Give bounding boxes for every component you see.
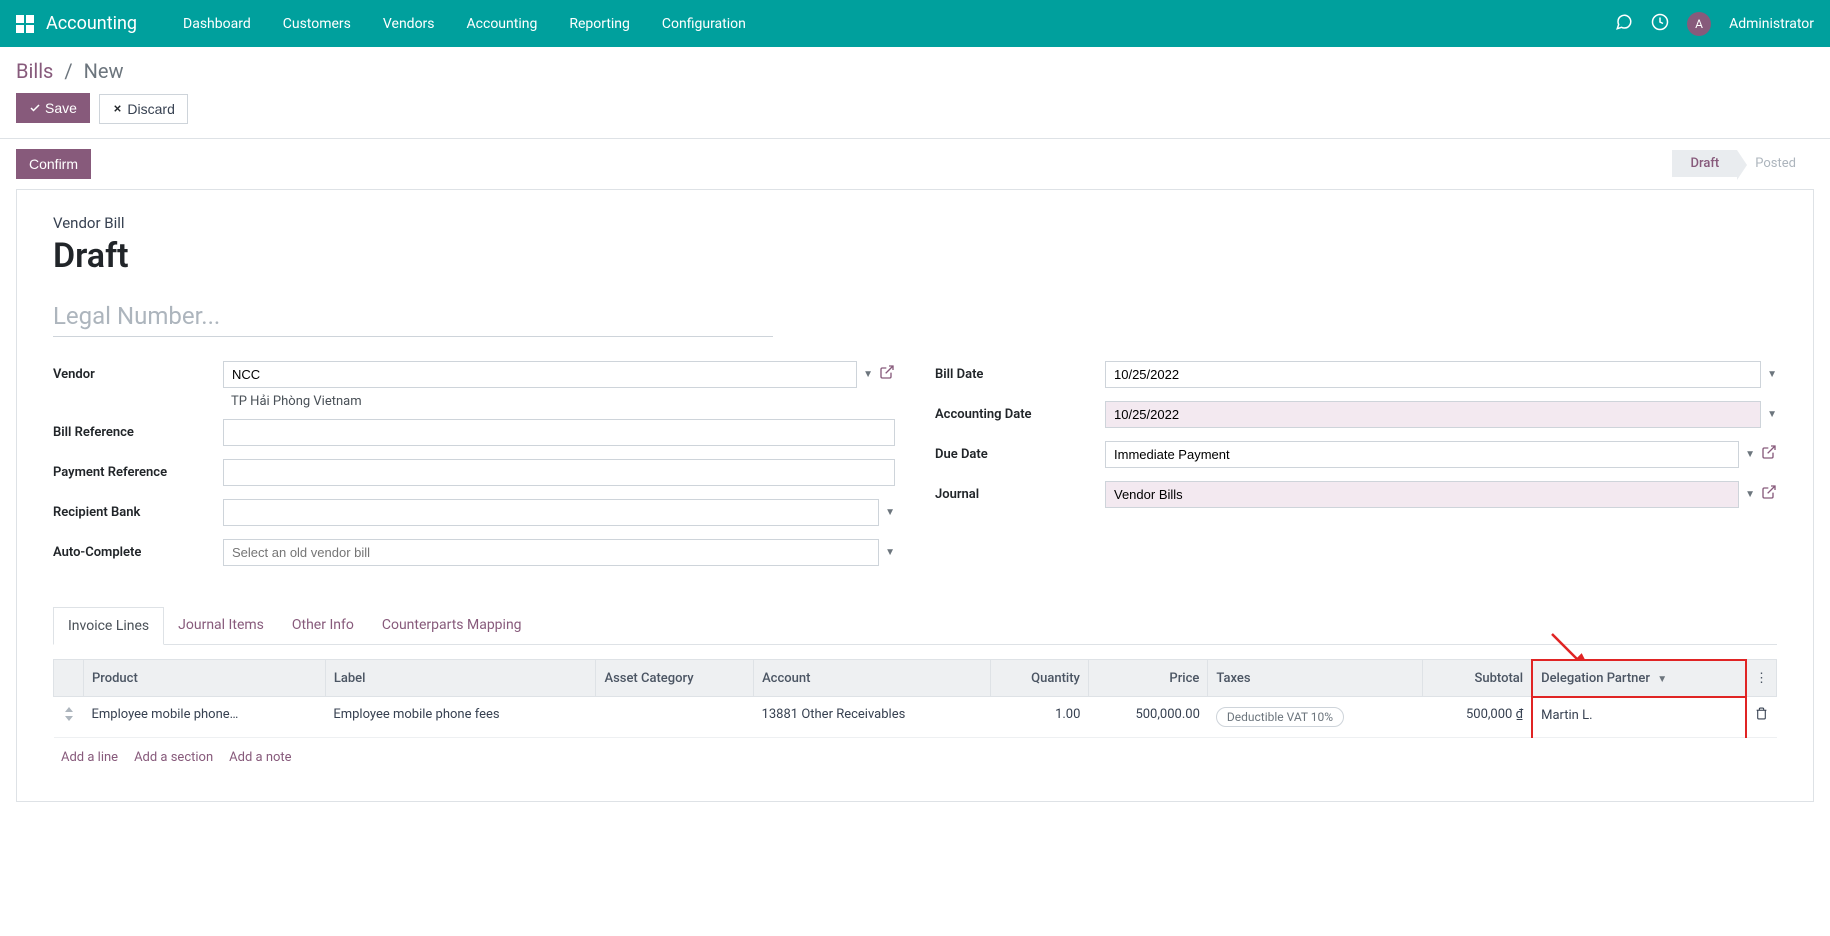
bill-date-label: Bill Date bbox=[935, 361, 1105, 382]
save-button[interactable]: Save bbox=[16, 93, 90, 123]
top-navbar: Accounting Dashboard Customers Vendors A… bbox=[0, 0, 1830, 47]
activities-icon[interactable] bbox=[1651, 13, 1669, 35]
tab-journal-items[interactable]: Journal Items bbox=[164, 607, 278, 644]
nav-dashboard[interactable]: Dashboard bbox=[167, 16, 267, 32]
discard-button[interactable]: Discard bbox=[99, 94, 187, 124]
form-right-column: Bill Date ▼ Accounting Date ▼ bbox=[935, 361, 1777, 579]
cell-taxes[interactable]: Deductible VAT 10% bbox=[1208, 697, 1422, 738]
external-link-icon[interactable] bbox=[879, 364, 895, 384]
recipient-bank-field[interactable] bbox=[223, 499, 879, 526]
th-taxes[interactable]: Taxes bbox=[1208, 660, 1422, 697]
th-delegation-partner[interactable]: Delegation Partner ▼ bbox=[1532, 660, 1746, 697]
vendor-address: TP Hải Phòng Vietnam bbox=[223, 388, 895, 409]
th-product[interactable]: Product bbox=[84, 660, 326, 697]
nav-reporting[interactable]: Reporting bbox=[553, 16, 646, 32]
auto-complete-field[interactable] bbox=[223, 539, 879, 566]
app-brand[interactable]: Accounting bbox=[46, 13, 137, 34]
nav-accounting[interactable]: Accounting bbox=[451, 16, 554, 32]
dropdown-caret-icon[interactable]: ▼ bbox=[863, 369, 873, 380]
bill-date-field[interactable] bbox=[1105, 361, 1761, 388]
th-account[interactable]: Account bbox=[754, 660, 991, 697]
discard-button-label: Discard bbox=[127, 101, 174, 117]
form-left-column: Vendor ▼ TP Hải Phòng Vietnam Bill Refer… bbox=[53, 361, 895, 579]
doc-title: Draft bbox=[53, 236, 1777, 276]
delete-row-icon[interactable] bbox=[1746, 697, 1777, 738]
invoice-lines-table: Product Label Asset Category Account Qua… bbox=[53, 659, 1777, 739]
cell-delegation-partner[interactable]: Martin L. bbox=[1532, 697, 1746, 738]
th-label[interactable]: Label bbox=[325, 660, 596, 697]
bill-reference-field[interactable] bbox=[223, 419, 895, 446]
control-bar: Bills / New Save Discard bbox=[0, 47, 1830, 139]
dropdown-caret-icon[interactable]: ▼ bbox=[1767, 409, 1777, 420]
sort-caret-icon: ▼ bbox=[1657, 674, 1667, 685]
external-link-icon[interactable] bbox=[1761, 444, 1777, 464]
nav-configuration[interactable]: Configuration bbox=[646, 16, 762, 32]
cell-label[interactable]: Employee mobile phone fees bbox=[325, 697, 596, 738]
tab-counterparts-mapping[interactable]: Counterparts Mapping bbox=[368, 607, 536, 644]
journal-label: Journal bbox=[935, 481, 1105, 502]
cell-price[interactable]: 500,000.00 bbox=[1088, 697, 1207, 738]
vendor-label: Vendor bbox=[53, 361, 223, 382]
status-draft[interactable]: Draft bbox=[1672, 150, 1737, 177]
dropdown-caret-icon[interactable]: ▼ bbox=[1745, 489, 1755, 500]
add-line-button[interactable]: Add a line bbox=[61, 750, 118, 765]
row-handle-icon[interactable] bbox=[54, 697, 84, 738]
dropdown-caret-icon[interactable]: ▼ bbox=[1745, 449, 1755, 460]
recipient-bank-label: Recipient Bank bbox=[53, 499, 223, 520]
messaging-icon[interactable] bbox=[1615, 13, 1633, 35]
dropdown-caret-icon[interactable]: ▼ bbox=[1767, 369, 1777, 380]
cell-subtotal[interactable]: 500,000 ₫ bbox=[1422, 697, 1532, 738]
status-bar: Confirm Draft Posted bbox=[0, 139, 1830, 189]
payment-reference-label: Payment Reference bbox=[53, 459, 223, 480]
due-date-label: Due Date bbox=[935, 441, 1105, 462]
th-options[interactable]: ⋮ bbox=[1746, 660, 1777, 697]
th-subtotal[interactable]: Subtotal bbox=[1422, 660, 1532, 697]
payment-reference-field[interactable] bbox=[223, 459, 895, 486]
tax-chip: Deductible VAT 10% bbox=[1216, 707, 1344, 727]
add-note-button[interactable]: Add a note bbox=[229, 750, 291, 765]
user-avatar[interactable]: A bbox=[1687, 12, 1711, 36]
user-name[interactable]: Administrator bbox=[1729, 16, 1814, 32]
breadcrumb-current: New bbox=[84, 59, 124, 83]
form-sheet: Vendor Bill Draft Legal Number... Vendor… bbox=[16, 189, 1814, 803]
save-button-label: Save bbox=[45, 100, 77, 116]
tabs: Invoice Lines Journal Items Other Info C… bbox=[53, 607, 1777, 645]
cell-product[interactable]: Employee mobile phone… bbox=[84, 697, 326, 738]
confirm-button[interactable]: Confirm bbox=[16, 149, 91, 179]
th-asset-category[interactable]: Asset Category bbox=[596, 660, 754, 697]
external-link-icon[interactable] bbox=[1761, 484, 1777, 504]
add-actions: Add a line Add a section Add a note bbox=[53, 738, 1777, 777]
apps-icon[interactable] bbox=[16, 15, 34, 33]
doc-type-label: Vendor Bill bbox=[53, 214, 1777, 232]
dropdown-caret-icon[interactable]: ▼ bbox=[885, 507, 895, 518]
accounting-date-label: Accounting Date bbox=[935, 401, 1105, 422]
bill-reference-label: Bill Reference bbox=[53, 419, 223, 440]
th-delegation-partner-label: Delegation Partner bbox=[1541, 671, 1650, 686]
auto-complete-label: Auto-Complete bbox=[53, 539, 223, 560]
cell-quantity[interactable]: 1.00 bbox=[991, 697, 1089, 738]
legal-number-input[interactable]: Legal Number... bbox=[53, 296, 773, 337]
journal-field[interactable] bbox=[1105, 481, 1739, 508]
accounting-date-field[interactable] bbox=[1105, 401, 1761, 428]
nav-customers[interactable]: Customers bbox=[267, 16, 367, 32]
th-price[interactable]: Price bbox=[1088, 660, 1207, 697]
tab-other-info[interactable]: Other Info bbox=[278, 607, 368, 644]
breadcrumb: Bills / New bbox=[16, 59, 1814, 83]
table-row[interactable]: Employee mobile phone… Employee mobile p… bbox=[54, 697, 1777, 738]
status-posted[interactable]: Posted bbox=[1737, 150, 1814, 177]
vendor-field[interactable] bbox=[223, 361, 857, 388]
th-handle bbox=[54, 660, 84, 697]
th-quantity[interactable]: Quantity bbox=[991, 660, 1089, 697]
nav-vendors[interactable]: Vendors bbox=[367, 16, 451, 32]
cell-account[interactable]: 13881 Other Receivables bbox=[754, 697, 991, 738]
cell-asset-category[interactable] bbox=[596, 697, 754, 738]
dropdown-caret-icon[interactable]: ▼ bbox=[885, 547, 895, 558]
add-section-button[interactable]: Add a section bbox=[134, 750, 213, 765]
breadcrumb-bills[interactable]: Bills bbox=[16, 59, 53, 83]
due-date-field[interactable] bbox=[1105, 441, 1739, 468]
tab-invoice-lines[interactable]: Invoice Lines bbox=[53, 607, 164, 645]
breadcrumb-separator: / bbox=[64, 59, 72, 83]
